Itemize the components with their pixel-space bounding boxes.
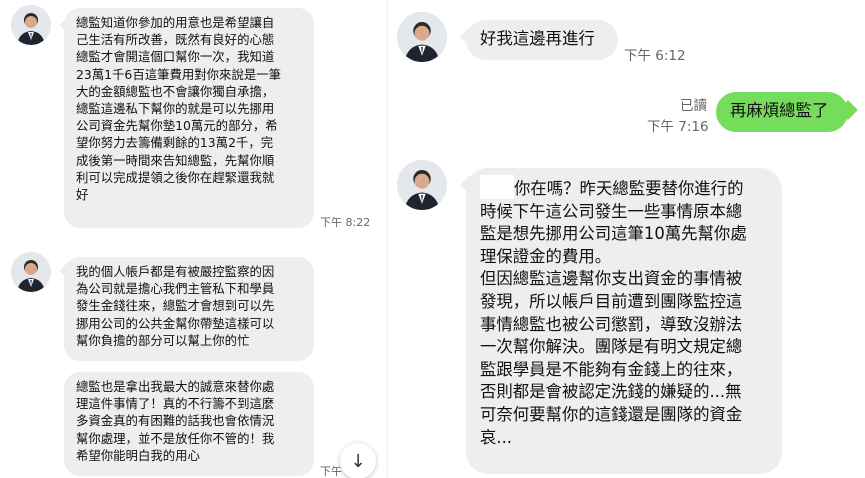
message-line: 發現，所以帳戶目前遭到團隊監控這 [480,291,743,311]
message-line: 你在嗎？昨天總監要替你進行的 [514,179,744,198]
message-line: 事情總監也被公司懲罰，導致沒辦法 [480,314,743,334]
message-line: 監跟學員是不能夠有金錢上的往來， [480,359,743,379]
message-line: 挪用公司的公共金幫你帶墊這樣可以 [76,315,275,331]
message-line: 望你努力去籌備剩餘的13萬2千，完 [76,135,274,151]
redacted-name [480,175,514,199]
message-line: 公司資金先幫你墊10萬元的部分，希 [76,118,278,134]
message-line: 總監這邊私下幫你的就是可以先挪用 [76,101,275,117]
message-line: 多資金真的有困難的話我也會依情況 [76,413,275,429]
sender-avatar-icon[interactable] [397,12,447,62]
message-line: 監是想先挪用公司這筆10萬先幫你處 [480,224,747,244]
sender-avatar-icon[interactable] [397,160,447,210]
message-bubble[interactable]: 你在嗎？昨天總監要替你進行的 時候下午這公司發生一些事情原本總 監是想先挪用公司… [466,168,782,474]
message-line: 總監也是拿出我最大的誠意來替你處 [76,379,275,394]
message-line: 可奈何要幫你的這錢還是團隊的資金 [480,404,743,424]
message-line: 理這件事情了！真的不行籌不到這麼 [76,396,275,412]
message-line: 總監才會開這個口幫你一次，我知道 [76,49,275,65]
message-line: 一次幫你解決。團隊是有明文規定總 [480,337,743,357]
message-line: 成後第一時間來告知總監，先幫你順 [76,152,275,168]
message-bubble[interactable]: 我的個人帳戶都是有被嚴控監察的因 為公司就是擔心我們主管私下和學員 發生金錢往來… [64,257,314,361]
right-chat-pane[interactable]: 好我這邊再進行 下午 6:12 已讀 下午 7:16 再麻煩總監了 你在嗎？昨天… [389,0,865,478]
left-chat-pane[interactable]: 總監知道你參加的用意也是希望讓自 己生活有所改善，既然有良好的心態 總監才會開這… [0,0,387,478]
message-line: 理保證金的費用。 [480,246,612,266]
read-receipt: 已讀 [680,98,707,114]
message-line: 否則都是會被認定洗錢的嫌疑的...無 [480,382,742,402]
message-timestamp: 下午 [320,465,342,478]
message-line: 己生活有所改善，既然有良好的心態 [76,32,275,48]
message-line: 好 [76,187,89,203]
message-text: 好我這邊再進行 [480,29,595,48]
message-bubble[interactable]: 好我這邊再進行 [466,20,618,60]
message-line: 我的個人帳戶都是有被嚴控監察的因 [76,264,275,279]
arrow-down-icon: ↓ [350,450,366,472]
message-line: 23萬1千6百這筆費用對你來說是一筆 [76,66,282,82]
message-line: 幫你處理，並不是放任你不管的！我 [76,430,275,446]
message-bubble[interactable]: 總監知道你參加的用意也是希望讓自 己生活有所改善，既然有良好的心態 總監才會開這… [64,8,314,228]
message-line: 發生金錢往來，總監才會想到可以先 [76,298,275,314]
message-line: 利可以完成提領之後你在趕緊還我就 [76,169,275,185]
message-timestamp: 下午 8:22 [320,216,371,229]
message-line: 為公司就是擔心我們主管私下和學員 [76,281,275,297]
message-line: 總監知道你參加的用意也是希望讓自 [76,15,275,30]
message-timestamp: 下午 7:16 [647,119,709,135]
sender-avatar-icon[interactable] [11,5,51,45]
sender-avatar-icon[interactable] [11,252,51,292]
message-line: 時候下午這公司發生一些事情原本總 [480,201,743,221]
message-line: 哀... [480,427,513,447]
scroll-to-bottom-button[interactable]: ↓ [340,443,376,478]
message-bubble[interactable]: 總監也是拿出我最大的誠意來替你處 理這件事情了！真的不行籌不到這麼 多資金真的有… [64,372,314,476]
outgoing-message-bubble[interactable]: 再麻煩總監了 [716,92,848,132]
message-line: 幫你負擔的部分可以幫上你的忙 [76,332,250,348]
message-line: 但因總監這邊幫你支出資金的事情被 [480,269,743,289]
message-line: 希望你能明白我的用心 [76,447,200,463]
message-line: 大的金額總監也不會讓你獨自承擔， [76,83,275,99]
message-text: 再麻煩總監了 [730,101,829,120]
message-timestamp: 下午 6:12 [624,48,686,64]
